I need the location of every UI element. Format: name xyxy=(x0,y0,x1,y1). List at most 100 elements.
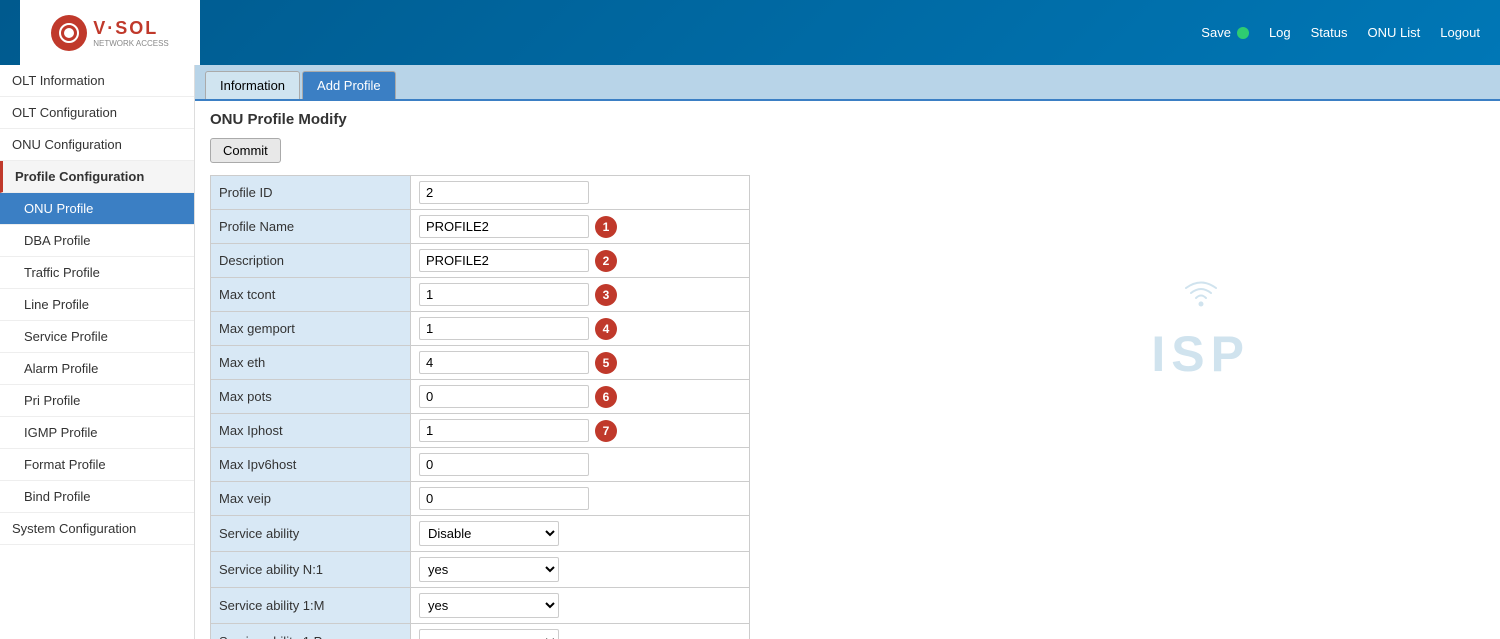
vsol-logo-icon xyxy=(58,22,80,44)
page-title: ONU Profile Modify xyxy=(210,111,1485,128)
form-value-max-ipv6host xyxy=(411,448,750,482)
input-max-gemport[interactable] xyxy=(419,317,589,340)
badge-max-iphost: 7 xyxy=(595,420,617,442)
sidebar: OLT Information OLT Configuration ONU Co… xyxy=(0,65,195,639)
form-row-service-ability-1p: Service ability 1:P yesno xyxy=(211,624,750,639)
status-link[interactable]: Status xyxy=(1311,25,1348,40)
form-row-max-iphost: Max Iphost 7 xyxy=(211,414,750,448)
form-row-max-ipv6host: Max Ipv6host xyxy=(211,448,750,482)
form-value-max-pots: 6 xyxy=(411,380,750,414)
tab-add-profile[interactable]: Add Profile xyxy=(302,71,396,99)
input-max-pots[interactable] xyxy=(419,385,589,408)
logout-link[interactable]: Logout xyxy=(1440,25,1480,40)
vsol-brand: V·SOL xyxy=(93,18,169,39)
select-service-ability-1m[interactable]: yesno xyxy=(419,593,559,618)
form-value-max-tcont: 3 xyxy=(411,278,750,312)
form-value-profile-name: 1 xyxy=(411,210,750,244)
sidebar-item-igmp-profile[interactable]: IGMP Profile xyxy=(0,417,194,449)
input-max-eth[interactable] xyxy=(419,351,589,374)
commit-button[interactable]: Commit xyxy=(210,138,281,163)
select-service-ability-1p[interactable]: yesno xyxy=(419,629,559,639)
tab-bar: Information Add Profile xyxy=(195,65,1500,99)
main-layout: OLT Information OLT Configuration ONU Co… xyxy=(0,65,1500,639)
save-label: Save xyxy=(1201,25,1231,40)
form-row-description: Description 2 xyxy=(211,244,750,278)
form-row-profile-name: Profile Name 1 xyxy=(211,210,750,244)
form-label-max-tcont: Max tcont xyxy=(211,278,411,312)
form-label-max-ipv6host: Max Ipv6host xyxy=(211,448,411,482)
form-value-profile-id xyxy=(411,176,750,210)
wifi-icon xyxy=(1176,263,1226,313)
form-value-description: 2 xyxy=(411,244,750,278)
sidebar-item-onu-config[interactable]: ONU Configuration xyxy=(0,129,194,161)
form-label-profile-id: Profile ID xyxy=(211,176,411,210)
status-indicator xyxy=(1237,27,1249,39)
input-profile-id[interactable] xyxy=(419,181,589,204)
input-max-iphost[interactable] xyxy=(419,419,589,442)
input-max-tcont[interactable] xyxy=(419,283,589,306)
form-row-service-ability-n1: Service ability N:1 yesno xyxy=(211,552,750,588)
sidebar-item-olt-info[interactable]: OLT Information xyxy=(0,65,194,97)
sidebar-item-olt-config[interactable]: OLT Configuration xyxy=(0,97,194,129)
logo: V·SOL NETWORK ACCESS xyxy=(20,0,200,65)
profile-form: Profile IDProfile Name 1 Description 2 Max t… xyxy=(210,175,750,639)
sidebar-item-traffic-profile[interactable]: Traffic Profile xyxy=(0,257,194,289)
sidebar-item-service-profile[interactable]: Service Profile xyxy=(0,321,194,353)
form-value-max-eth: 5 xyxy=(411,346,750,380)
input-profile-name[interactable] xyxy=(419,215,589,238)
form-label-profile-name: Profile Name xyxy=(211,210,411,244)
badge-max-eth: 5 xyxy=(595,352,617,374)
isp-watermark: ISP xyxy=(1151,263,1250,383)
sidebar-item-pri-profile[interactable]: Pri Profile xyxy=(0,385,194,417)
onu-list-link[interactable]: ONU List xyxy=(1368,25,1421,40)
form-row-max-eth: Max eth 5 xyxy=(211,346,750,380)
form-value-max-gemport: 4 xyxy=(411,312,750,346)
form-label-service-ability-1m: Service ability 1:M xyxy=(211,588,411,624)
form-value-max-iphost: 7 xyxy=(411,414,750,448)
sidebar-item-format-profile[interactable]: Format Profile xyxy=(0,449,194,481)
form-row-max-tcont: Max tcont 3 xyxy=(211,278,750,312)
log-link[interactable]: Log xyxy=(1269,25,1291,40)
form-row-max-gemport: Max gemport 4 xyxy=(211,312,750,346)
badge-max-tcont: 3 xyxy=(595,284,617,306)
form-value-service-ability-n1: yesno xyxy=(411,552,750,588)
form-label-service-ability-1p: Service ability 1:P xyxy=(211,624,411,639)
form-value-service-ability: DisableEnable xyxy=(411,516,750,552)
form-label-max-eth: Max eth xyxy=(211,346,411,380)
form-value-service-ability-1m: yesno xyxy=(411,588,750,624)
vsol-tagline: NETWORK ACCESS xyxy=(93,39,169,48)
isp-text: ISP xyxy=(1151,325,1250,383)
sidebar-item-bind-profile[interactable]: Bind Profile xyxy=(0,481,194,513)
input-description[interactable] xyxy=(419,249,589,272)
form-label-description: Description xyxy=(211,244,411,278)
form-row-max-veip: Max veip xyxy=(211,482,750,516)
form-label-service-ability-n1: Service ability N:1 xyxy=(211,552,411,588)
form-label-service-ability: Service ability xyxy=(211,516,411,552)
main-content: Information Add Profile ONU Profile Modi… xyxy=(195,65,1500,639)
form-label-max-iphost: Max Iphost xyxy=(211,414,411,448)
form-label-max-veip: Max veip xyxy=(211,482,411,516)
sidebar-item-profile-config[interactable]: Profile Configuration xyxy=(0,161,194,193)
form-label-max-pots: Max pots xyxy=(211,380,411,414)
header-controls: Save Log Status ONU List Logout xyxy=(1201,25,1480,40)
select-service-ability[interactable]: DisableEnable xyxy=(419,521,559,546)
header: V·SOL NETWORK ACCESS Save Log Status ONU… xyxy=(0,0,1500,65)
form-value-service-ability-1p: yesno xyxy=(411,624,750,639)
badge-profile-name: 1 xyxy=(595,216,617,238)
select-service-ability-n1[interactable]: yesno xyxy=(419,557,559,582)
badge-max-gemport: 4 xyxy=(595,318,617,340)
tab-information[interactable]: Information xyxy=(205,71,300,99)
form-row-max-pots: Max pots6 xyxy=(211,380,750,414)
page-area: ONU Profile Modify Commit Profile IDProf… xyxy=(195,99,1500,639)
input-max-ipv6host[interactable] xyxy=(419,453,589,476)
sidebar-item-alarm-profile[interactable]: Alarm Profile xyxy=(0,353,194,385)
sidebar-item-system-config[interactable]: System Configuration xyxy=(0,513,194,545)
badge-description: 2 xyxy=(595,250,617,272)
form-label-max-gemport: Max gemport xyxy=(211,312,411,346)
sidebar-item-dba-profile[interactable]: DBA Profile xyxy=(0,225,194,257)
sidebar-item-onu-profile[interactable]: ONU Profile xyxy=(0,193,194,225)
form-row-profile-id: Profile ID xyxy=(211,176,750,210)
input-max-veip[interactable] xyxy=(419,487,589,510)
form-row-service-ability: Service ability DisableEnable xyxy=(211,516,750,552)
sidebar-item-line-profile[interactable]: Line Profile xyxy=(0,289,194,321)
